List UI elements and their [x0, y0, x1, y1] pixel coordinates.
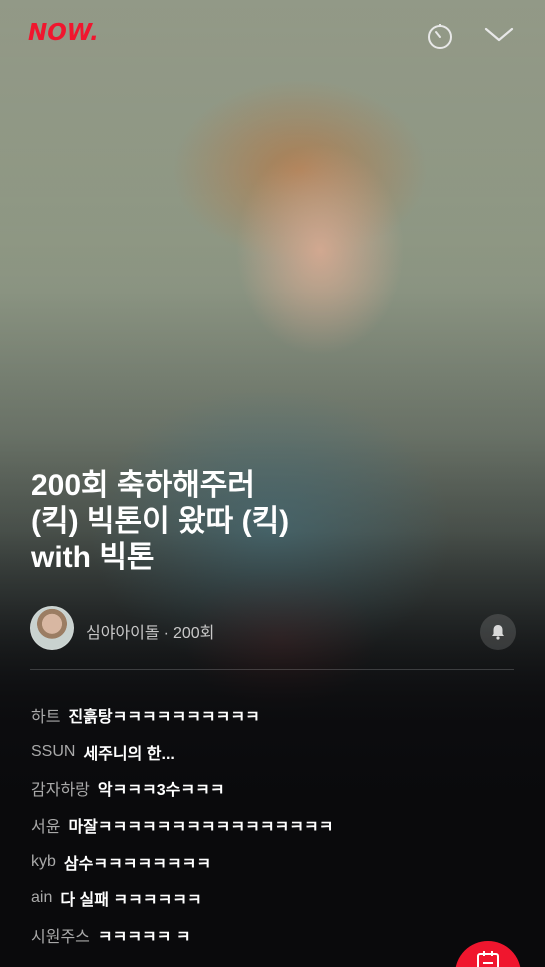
live-chat: 하트 진흙탕ㅋㅋㅋㅋㅋㅋㅋㅋㅋㅋ SSUN 세주니의 한... 감자하랑 악ㅋㅋ…	[31, 697, 521, 953]
chat-text: 진흙탕ㅋㅋㅋㅋㅋㅋㅋㅋㅋㅋ	[68, 709, 260, 727]
now-live-player-screen: NOW. 200회 축하해주러 (킥) 빅톤이 왔따 (킥) with 빅톤 심…	[0, 0, 545, 967]
chat-message: 감자하랑 악ㅋㅋㅋ3수ㅋㅋㅋ	[31, 770, 521, 807]
chat-text: ㅋㅋㅋㅋㅋ ㅋ	[97, 928, 191, 946]
chat-message: SSUN 세주니의 한...	[31, 734, 521, 771]
chat-username: SSUN	[31, 742, 76, 760]
chat-message: ain 다 실패 ㅋㅋㅋㅋㅋㅋ	[31, 880, 521, 917]
title-line-2: (킥) 빅톤이 왔따 (킥)	[31, 505, 290, 538]
chat-message: 하트 진흙탕ㅋㅋㅋㅋㅋㅋㅋㅋㅋㅋ	[31, 697, 521, 734]
chat-username: 서윤	[31, 819, 61, 837]
chat-text: 삼수ㅋㅋㅋㅋㅋㅋㅋㅋ	[63, 855, 212, 873]
episode-count: 200회	[172, 625, 215, 642]
top-bar: NOW.	[0, 0, 545, 70]
channel-name: 심야아이돌	[86, 625, 160, 642]
notification-button[interactable]	[480, 614, 516, 650]
chat-text: 마잘ㅋㅋㅋㅋㅋㅋㅋㅋㅋㅋㅋㅋㅋㅋㅋㅋ	[68, 819, 334, 837]
chat-text: 악ㅋㅋㅋ3수ㅋㅋㅋ	[97, 782, 225, 800]
show-title: 200회 축하해주러 (킥) 빅톤이 왔따 (킥) with 빅톤	[31, 468, 511, 576]
chat-message: 시원주스 ㅋㅋㅋㅋㅋ ㅋ	[31, 917, 521, 954]
title-line-3: with 빅톤	[31, 541, 155, 574]
channel-meta[interactable]: 심야아이돌 · 200회	[86, 619, 214, 643]
chat-edit-icon	[477, 951, 499, 967]
divider	[30, 669, 514, 670]
chat-username: 시원주스	[31, 928, 90, 946]
bell-icon	[492, 625, 504, 640]
meta-separator: ·	[163, 625, 169, 642]
chat-text: 세주니의 한...	[83, 745, 175, 763]
now-logo[interactable]: NOW.	[28, 20, 99, 46]
chat-username: kyb	[31, 852, 56, 870]
chat-message: 서윤 마잘ㅋㅋㅋㅋㅋㅋㅋㅋㅋㅋㅋㅋㅋㅋㅋㅋ	[31, 807, 521, 844]
chat-username: 감자하랑	[31, 782, 90, 800]
channel-avatar[interactable]	[30, 606, 74, 650]
channel-row: 심야아이돌 · 200회	[30, 606, 516, 652]
chat-message: kyb 삼수ㅋㅋㅋㅋㅋㅋㅋㅋ	[31, 843, 521, 880]
timer-icon[interactable]	[426, 22, 454, 50]
chat-text: 다 실패 ㅋㅋㅋㅋㅋㅋ	[60, 892, 202, 910]
title-line-1: 200회 축하해주러	[31, 469, 255, 502]
chevron-down-icon[interactable]	[484, 26, 514, 44]
chat-username: ain	[31, 889, 53, 907]
chat-username: 하트	[31, 709, 61, 727]
